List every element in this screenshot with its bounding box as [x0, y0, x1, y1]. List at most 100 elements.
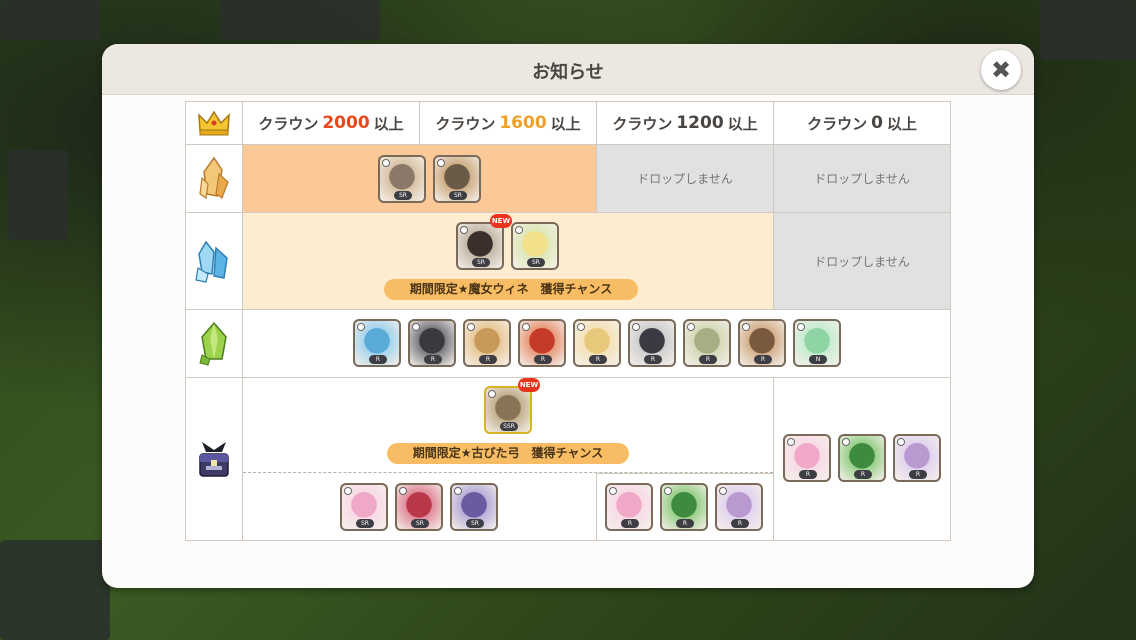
dialog-header: お知らせ — [102, 44, 1034, 95]
lavender-crystal-thumbnail[interactable]: R — [715, 483, 763, 531]
element-dot-icon — [460, 226, 468, 234]
new-badge: NEW — [518, 378, 540, 392]
pink-potion-thumbnail[interactable]: R — [783, 434, 831, 482]
element-dot-icon — [687, 323, 695, 331]
row-icon-cell — [185, 144, 243, 213]
green-crystal-icon — [199, 321, 227, 366]
column-suffix: 以上 — [373, 114, 404, 133]
column-value: 0 — [871, 113, 883, 133]
column-prefix: クラウン — [435, 114, 496, 133]
rarity-tag: SR — [527, 258, 545, 267]
element-dot-icon — [577, 323, 585, 331]
gold-crystal-icon — [199, 156, 229, 199]
column-suffix: 以上 — [550, 114, 581, 133]
rarity-tag: R — [369, 355, 387, 364]
column-suffix: 以上 — [886, 114, 917, 133]
element-dot-icon — [515, 226, 523, 234]
row1-no-drop-1200: ドロップしません — [596, 144, 774, 213]
pink-potion-thumbnail[interactable]: SR — [340, 483, 388, 531]
element-dot-icon — [797, 323, 805, 331]
element-dot-icon — [399, 487, 407, 495]
rarity-tag: SR — [411, 519, 429, 528]
green-snake-thumbnail[interactable]: R — [838, 434, 886, 482]
column-prefix: クラウン — [807, 114, 868, 133]
rarity-tag: R — [754, 355, 772, 364]
rarity-tag: R — [534, 355, 552, 364]
column-header-2000: クラウン 2000 以上 — [242, 101, 420, 145]
element-dot-icon — [488, 390, 496, 398]
rarity-tag: R — [479, 355, 497, 364]
character-blue-bird-thumbnail[interactable]: R — [353, 319, 401, 367]
blue-crystal-icon — [195, 240, 228, 283]
element-dot-icon — [357, 323, 365, 331]
lavender-crystal-thumbnail[interactable]: R — [893, 434, 941, 482]
no-drop-label: ドロップしません — [814, 172, 910, 186]
pink-potion-thumbnail[interactable]: R — [605, 483, 653, 531]
rarity-tag: R — [424, 355, 442, 364]
green-snake-thumbnail[interactable]: R — [660, 483, 708, 531]
character-acorn-robot-thumbnail[interactable]: R — [683, 319, 731, 367]
row-icon-cell — [185, 377, 243, 541]
rarity-tag: R — [909, 470, 927, 479]
rarity-tag: R — [731, 519, 749, 528]
column-header-1600: クラウン 1600 以上 — [419, 101, 597, 145]
column-value: 2000 — [322, 113, 370, 133]
rarity-tag: R — [621, 519, 639, 528]
column-value: 1600 — [499, 113, 547, 133]
character-brick-golem-thumbnail[interactable]: R — [463, 319, 511, 367]
purple-crystal-thumbnail[interactable]: SR — [450, 483, 498, 531]
red-shell-thumbnail[interactable]: SR — [395, 483, 443, 531]
character-red-dragon-thumbnail[interactable]: R — [518, 319, 566, 367]
crown-icon — [198, 110, 230, 136]
rarity-tag: R — [676, 519, 694, 528]
element-dot-icon — [664, 487, 672, 495]
new-badge: NEW — [490, 214, 512, 228]
column-prefix: クラウン — [612, 114, 673, 133]
row2-no-drop-0: ドロップしません — [773, 212, 951, 310]
rarity-tag: SR — [472, 258, 490, 267]
character-green-slime-thumbnail[interactable]: N — [793, 319, 841, 367]
background-rock — [0, 0, 100, 40]
background-rock — [1040, 0, 1136, 60]
treasure-chest-icon — [199, 442, 229, 477]
character-blonde-kid-thumbnail[interactable]: R — [573, 319, 621, 367]
element-dot-icon — [522, 323, 530, 331]
weapon-old-bow-thumbnail[interactable]: SSR — [484, 386, 532, 434]
no-drop-label: ドロップしません — [637, 172, 733, 186]
row1-no-drop-0: ドロップしません — [773, 144, 951, 213]
character-brown-boy-thumbnail[interactable]: R — [738, 319, 786, 367]
column-header-1200: クラウン 1200 以上 — [596, 101, 774, 145]
element-dot-icon — [897, 438, 905, 446]
character-witch-wine-thumbnail[interactable]: SR — [456, 222, 504, 270]
rarity-tag: N — [809, 355, 827, 364]
element-dot-icon — [742, 323, 750, 331]
rarity-tag: SR — [466, 519, 484, 528]
column-suffix: 以上 — [727, 114, 758, 133]
column-value: 1200 — [676, 113, 724, 133]
rarity-tag: R — [854, 470, 872, 479]
dialog-title: お知らせ — [532, 62, 604, 83]
rarity-tag: SR — [394, 191, 412, 200]
element-dot-icon — [412, 323, 420, 331]
character-dark-knight-thumbnail[interactable]: R — [408, 319, 456, 367]
element-dot-icon — [437, 159, 445, 167]
rarity-tag: R — [644, 355, 662, 364]
character-hooded-girl-thumbnail[interactable]: SR — [378, 155, 426, 203]
background-rock — [8, 150, 68, 240]
element-dot-icon — [787, 438, 795, 446]
row-icon-cell — [185, 309, 243, 378]
element-dot-icon — [467, 323, 475, 331]
rarity-tag: SR — [356, 519, 374, 528]
character-penguin-thumbnail[interactable]: R — [628, 319, 676, 367]
close-button[interactable]: ✖ — [981, 50, 1021, 90]
element-dot-icon — [454, 487, 462, 495]
element-dot-icon — [344, 487, 352, 495]
character-goggle-boy-thumbnail[interactable]: SR — [433, 155, 481, 203]
character-blonde-girl-thumbnail[interactable]: SR — [511, 222, 559, 270]
rarity-tag: SR — [449, 191, 467, 200]
column-header-0: クラウン 0 以上 — [773, 101, 951, 145]
element-dot-icon — [632, 323, 640, 331]
rarity-tag: R — [699, 355, 717, 364]
column-prefix: クラウン — [258, 114, 319, 133]
element-dot-icon — [842, 438, 850, 446]
